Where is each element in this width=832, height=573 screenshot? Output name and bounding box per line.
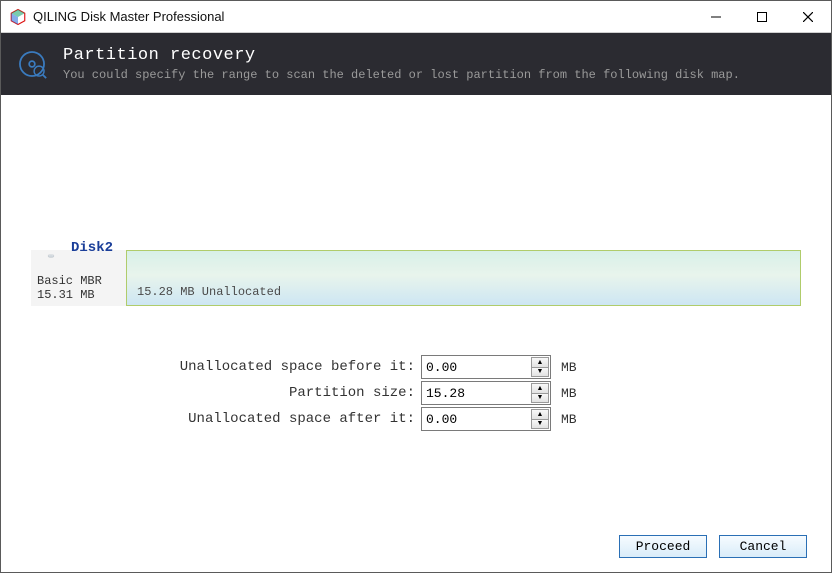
input-partition-size[interactable]: ▲ ▼	[421, 381, 551, 405]
page-title: Partition recovery	[63, 46, 740, 65]
dialog-buttons: Proceed Cancel	[619, 535, 807, 558]
maximize-icon	[757, 12, 767, 22]
unit-after: MB	[561, 412, 577, 427]
disk-map: Disk2 Basic MBR 15.31 MB 15.28 MB Unallo…	[31, 250, 801, 306]
disk-info-cell: Disk2 Basic MBR 15.31 MB	[31, 250, 126, 306]
spin-up-icon[interactable]: ▲	[531, 409, 549, 420]
spin-up-icon[interactable]: ▲	[531, 383, 549, 394]
page-subtitle: You could specify the range to scan the …	[63, 68, 740, 82]
input-space-after[interactable]: ▲ ▼	[421, 407, 551, 431]
row-space-after: Unallocated space after it: ▲ ▼ MB	[31, 406, 801, 432]
app-logo-icon	[9, 8, 27, 26]
input-space-before[interactable]: ▲ ▼	[421, 355, 551, 379]
hard-drive-icon	[37, 254, 65, 258]
label-partition-size: Partition size:	[31, 385, 421, 401]
unit-size: MB	[561, 386, 577, 401]
size-form: Unallocated space before it: ▲ ▼ MB Part…	[31, 354, 801, 432]
window-controls	[693, 1, 831, 33]
row-partition-size: Partition size: ▲ ▼ MB	[31, 380, 801, 406]
cancel-button[interactable]: Cancel	[719, 535, 807, 558]
close-icon	[803, 12, 813, 22]
disk-total-size: 15.31 MB	[37, 288, 120, 302]
maximize-button[interactable]	[739, 1, 785, 33]
spin-up-icon[interactable]: ▲	[531, 357, 549, 368]
proceed-button[interactable]: Proceed	[619, 535, 707, 558]
row-space-before: Unallocated space before it: ▲ ▼ MB	[31, 354, 801, 380]
label-space-after: Unallocated space after it:	[31, 411, 421, 427]
unit-before: MB	[561, 360, 577, 375]
minimize-button[interactable]	[693, 1, 739, 33]
partition-label: 15.28 MB Unallocated	[137, 285, 281, 299]
spin-down-icon[interactable]: ▼	[531, 368, 549, 378]
spin-down-icon[interactable]: ▼	[531, 394, 549, 404]
close-button[interactable]	[785, 1, 831, 33]
main-content: Disk2 Basic MBR 15.31 MB 15.28 MB Unallo…	[1, 250, 831, 432]
page-header: Partition recovery You could specify the…	[1, 33, 831, 95]
spin-down-icon[interactable]: ▼	[531, 420, 549, 430]
window-title: QILING Disk Master Professional	[33, 9, 224, 24]
minimize-icon	[711, 12, 721, 22]
recovery-icon	[15, 47, 49, 81]
disk-type: Basic MBR	[37, 274, 120, 288]
label-space-before: Unallocated space before it:	[31, 359, 421, 375]
titlebar: QILING Disk Master Professional	[1, 1, 831, 33]
partition-bar[interactable]: 15.28 MB Unallocated	[126, 250, 801, 306]
disk-name: Disk2	[71, 240, 154, 256]
